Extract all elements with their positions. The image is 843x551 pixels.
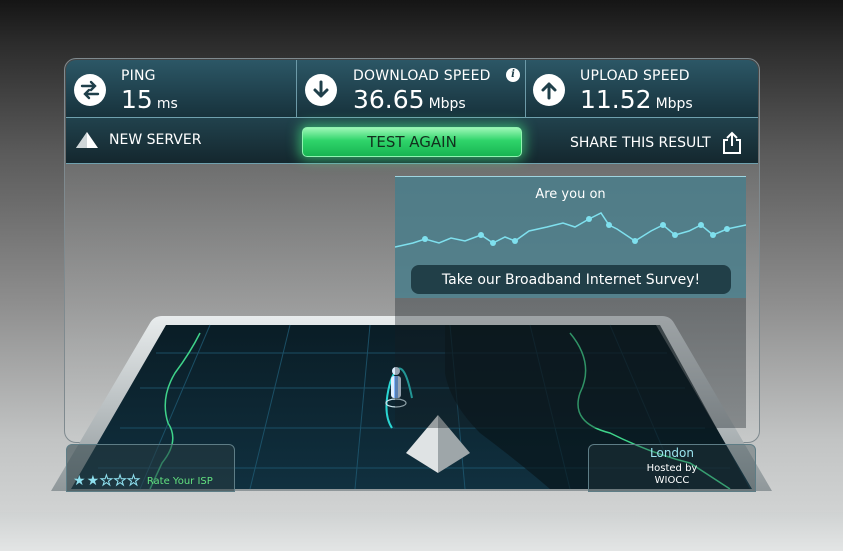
background-floor	[0, 512, 843, 551]
upload-label: UPLOAD SPEED	[580, 68, 690, 84]
upload-value: 11.52 Mbps	[580, 85, 693, 114]
pyramid-icon	[76, 132, 98, 148]
server-host: Hosted by WIOCC	[588, 463, 756, 487]
info-icon[interactable]: i	[506, 68, 520, 82]
server-city: London	[650, 446, 694, 460]
new-server-label: NEW SERVER	[109, 132, 202, 148]
upload-stat: UPLOAD SPEED 11.52 Mbps	[525, 60, 758, 118]
host-name: WIOCC	[654, 475, 690, 486]
download-stat: DOWNLOAD SPEED 36.65 Mbps	[296, 60, 525, 118]
star-icon[interactable]: ★	[100, 474, 114, 489]
survey-sparkline	[395, 212, 746, 248]
star-icon[interactable]: ★	[113, 474, 127, 489]
test-again-button[interactable]: TEST AGAIN	[302, 127, 522, 157]
rate-isp-stars[interactable]: ★ ★ ★ ★ ★ Rate Your ISP	[73, 474, 213, 489]
ping-arrows-icon	[74, 74, 106, 106]
upload-arrow-icon	[533, 74, 565, 106]
share-result-label: SHARE THIS RESULT	[570, 135, 711, 151]
ping-stat: PING 15 ms	[66, 60, 296, 118]
ping-value: 15 ms	[121, 85, 178, 114]
download-value: 36.65 Mbps	[353, 85, 466, 114]
share-icon	[722, 131, 741, 154]
ping-label: PING	[121, 68, 156, 84]
survey-title: Are you on	[535, 187, 606, 202]
results-bar: PING 15 ms DOWNLOAD SPEED 36.65 Mbps UPLOA…	[66, 60, 758, 118]
download-arrow-icon	[305, 74, 337, 106]
star-icon[interactable]: ★	[73, 474, 86, 488]
survey-promo: Are you on Take our Broadband Internet S…	[395, 176, 746, 298]
share-result-button[interactable]: SHARE THIS RESULT	[570, 131, 743, 155]
star-icon[interactable]: ★	[127, 474, 141, 489]
star-icon[interactable]: ★	[87, 474, 100, 488]
new-server-button[interactable]: NEW SERVER	[75, 131, 201, 149]
hosted-by-label: Hosted by	[646, 463, 698, 474]
survey-button[interactable]: Take our Broadband Internet Survey!	[411, 265, 731, 294]
rate-isp-label[interactable]: Rate Your ISP	[147, 476, 213, 487]
download-label: DOWNLOAD SPEED	[353, 68, 491, 84]
survey-shadow	[395, 298, 746, 428]
